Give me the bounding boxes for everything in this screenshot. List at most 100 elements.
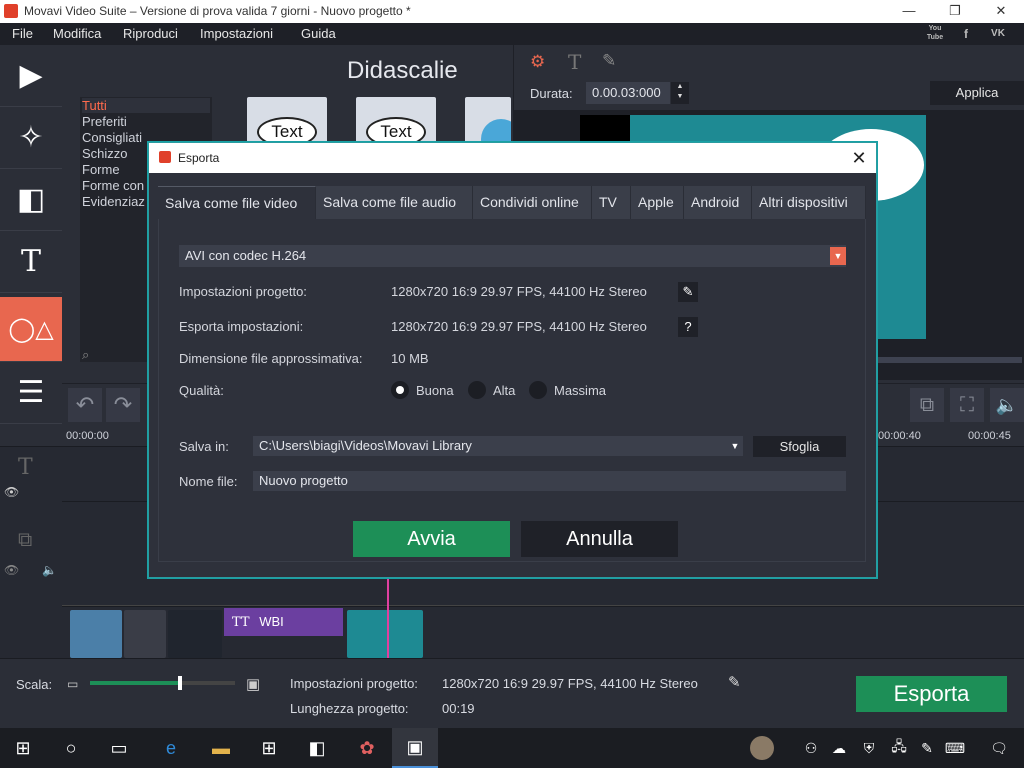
category-forme-con[interactable]: Forme con	[82, 178, 144, 193]
filters-button[interactable]: ✧	[0, 107, 62, 169]
quality-radio-buona[interactable]	[391, 381, 409, 399]
export-button[interactable]: Esporta	[856, 676, 1007, 712]
menu-guida[interactable]: Guida	[301, 26, 336, 41]
menu-riproduci[interactable]: Riproduci	[123, 26, 178, 41]
menu-file[interactable]: File	[12, 26, 33, 41]
notifications-icon[interactable]: 🗨	[976, 728, 1022, 768]
help-icon[interactable]: ?	[678, 317, 698, 337]
category-evidenziazione[interactable]: Evidenziaz	[82, 194, 145, 209]
callout-thumbnail[interactable]: Text	[247, 97, 327, 143]
text-icon: T	[20, 244, 41, 279]
chevron-down-icon[interactable]: ▼	[830, 247, 846, 265]
maximize-button[interactable]: ❐	[932, 0, 978, 23]
transition-icon: ◧	[16, 183, 46, 216]
text-icon[interactable]: T	[568, 50, 581, 74]
apply-button[interactable]: Applica	[930, 81, 1024, 105]
photos-icon[interactable]: ✿	[344, 728, 390, 768]
youtube-icon[interactable]: You Tube	[924, 24, 946, 44]
pen-icon[interactable]: ✎	[602, 51, 616, 71]
tab-video-file[interactable]: Salva come file video	[158, 186, 316, 219]
video-clip[interactable]	[347, 610, 423, 658]
edge-icon[interactable]: e	[148, 728, 194, 768]
title-clip[interactable]: TT WBI	[224, 608, 343, 636]
titles-button[interactable]: T	[0, 231, 62, 293]
preview-scrubber[interactable]	[876, 357, 1022, 363]
eye-icon[interactable]: 👁	[4, 563, 19, 577]
minimize-button[interactable]: —	[886, 0, 932, 23]
pen-icon[interactable]: ✎	[912, 728, 942, 768]
vk-icon[interactable]: VK	[987, 24, 1009, 44]
start-button[interactable]: Avvia	[353, 521, 510, 557]
tab-apple[interactable]: Apple	[631, 186, 684, 219]
cancel-button[interactable]: Annulla	[521, 521, 678, 557]
track-divider	[62, 605, 1024, 606]
save-in-field[interactable]: C:\Users\biagi\Videos\Movavi Library	[253, 436, 743, 456]
callout-thumbnail[interactable]: Text	[356, 97, 436, 143]
ruler-tick: 00:00:00	[66, 430, 109, 442]
gear-icon[interactable]: ⚙	[530, 52, 545, 72]
facebook-icon[interactable]: f	[955, 24, 977, 44]
category-tutti[interactable]: Tutti	[82, 98, 210, 113]
tab-android[interactable]: Android	[684, 186, 752, 219]
playhead[interactable]	[387, 575, 389, 658]
close-button[interactable]: ✕	[978, 0, 1024, 23]
cloud-icon[interactable]: ☁	[824, 728, 854, 768]
keyboard-icon[interactable]: ⌨	[940, 728, 970, 768]
scale-slider-thumb[interactable]	[177, 676, 182, 690]
quality-radio-massima[interactable]	[529, 381, 547, 399]
transition-clip[interactable]	[124, 610, 166, 658]
quality-radio-alta[interactable]	[468, 381, 486, 399]
search-icon[interactable]: ⌕	[82, 347, 89, 363]
scale-label: Scala:	[16, 677, 53, 692]
windows-start-icon[interactable]: ⊞	[0, 728, 46, 768]
tab-audio-file[interactable]: Salva come file audio	[316, 186, 473, 219]
import-media-button[interactable]: ▶	[0, 45, 62, 107]
callouts-button[interactable]: ◯△	[0, 297, 62, 362]
edit-icon[interactable]: ✎	[678, 282, 698, 302]
duration-field[interactable]: 0.00.03:000	[586, 82, 670, 104]
tab-tv[interactable]: TV	[592, 186, 631, 219]
menu-impostazioni[interactable]: Impostazioni	[200, 26, 273, 41]
scale-slider[interactable]	[90, 676, 235, 690]
category-forme[interactable]: Forme	[82, 162, 120, 177]
dialog-title: Esporta	[178, 151, 220, 165]
zoom-in-icon[interactable]: ▣	[246, 675, 260, 693]
app-icon[interactable]: ◧	[294, 728, 340, 768]
fullscreen-icon[interactable]: ⛶	[950, 388, 984, 422]
duration-stepper[interactable]: ▲ ▼	[671, 82, 689, 104]
tab-share-online[interactable]: Condividi online	[473, 186, 592, 219]
avatar[interactable]	[750, 736, 774, 760]
menu-modifica[interactable]: Modifica	[53, 26, 101, 41]
transitions-button[interactable]: ◧	[0, 169, 62, 231]
speaker-icon[interactable]: 🔈	[42, 563, 57, 577]
popout-icon[interactable]: ⧉	[910, 388, 944, 422]
undo-icon[interactable]: ↶	[68, 388, 102, 422]
category-consigliati[interactable]: Consigliati	[82, 130, 142, 145]
category-schizzo[interactable]: Schizzo	[82, 146, 128, 161]
category-preferiti[interactable]: Preferiti	[82, 114, 127, 129]
volume-icon[interactable]: 🔈	[990, 388, 1024, 422]
search-icon[interactable]: ○	[48, 728, 94, 768]
more-tools-button[interactable]: ☰	[0, 362, 62, 424]
zoom-out-icon[interactable]: ▭	[67, 677, 78, 691]
eye-icon[interactable]: 👁	[4, 485, 19, 499]
tab-other-devices[interactable]: Altri dispositivi	[752, 186, 866, 219]
security-icon[interactable]: ⛨	[854, 728, 884, 768]
project-settings-label: Impostazioni progetto:	[179, 284, 307, 299]
callout-thumbnail[interactable]	[465, 97, 511, 143]
movavi-taskbar-icon[interactable]: ▣	[392, 728, 438, 768]
dialog-close-icon[interactable]: ✕	[847, 147, 871, 169]
redo-icon[interactable]: ↷	[106, 388, 140, 422]
video-clip[interactable]	[70, 610, 122, 658]
network-icon[interactable]: 🖧	[884, 728, 914, 768]
video-clip[interactable]	[168, 610, 222, 658]
store-icon[interactable]: ⊞	[246, 728, 292, 768]
project-settings-value: 1280x720 16:9 29.97 FPS, 44100 Hz Stereo	[391, 284, 647, 299]
browse-button[interactable]: Sfoglia	[753, 436, 846, 457]
filename-field[interactable]: Nuovo progetto	[253, 471, 846, 491]
folder-icon[interactable]: ▬	[198, 728, 244, 768]
format-select[interactable]: AVI con codec H.264	[179, 245, 846, 267]
edit-icon[interactable]: ✎	[728, 673, 741, 691]
chevron-down-icon[interactable]: ▼	[727, 436, 743, 456]
task-view-icon[interactable]: ▭	[96, 728, 142, 768]
